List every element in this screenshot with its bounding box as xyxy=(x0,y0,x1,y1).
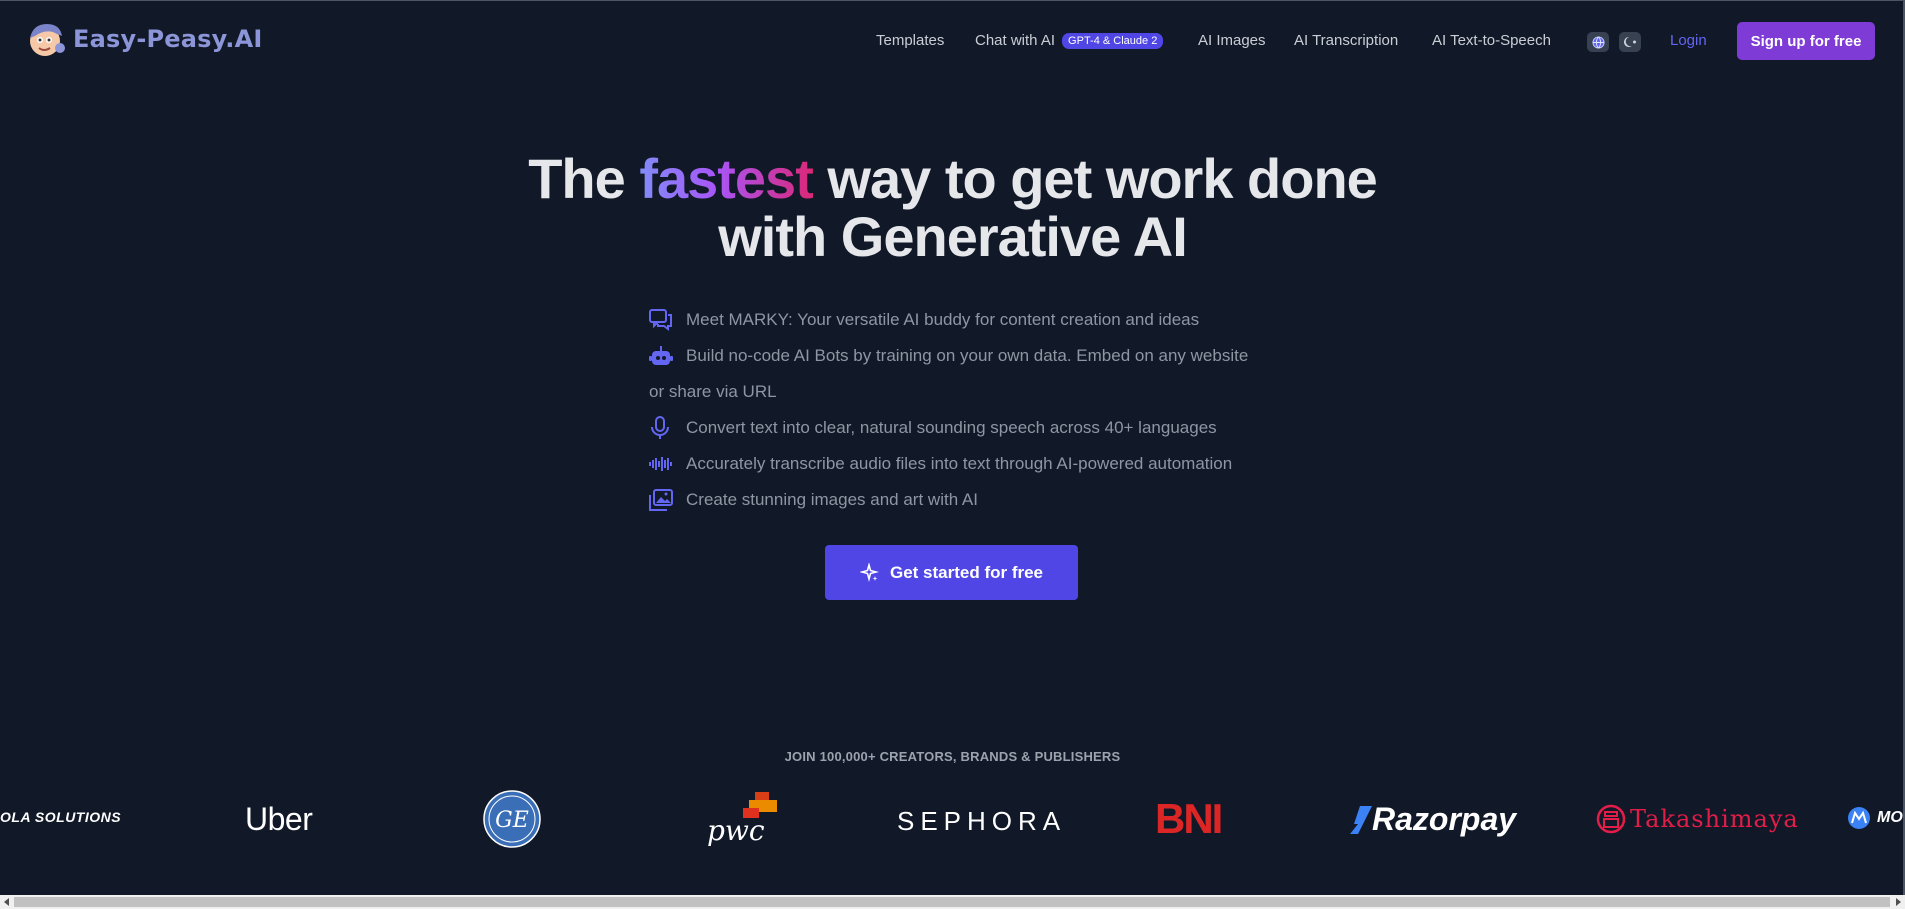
feature-item-bots: Build no-code AI Bots by training on you… xyxy=(649,338,1249,410)
sparkle-icon xyxy=(859,562,880,582)
razorpay-text: Razorpay xyxy=(1372,801,1517,837)
title-part-1: The xyxy=(528,147,626,210)
takashimaya-text: Takashimaya xyxy=(1630,805,1799,833)
language-button[interactable] xyxy=(1587,32,1609,52)
chat-bubbles-icon xyxy=(649,309,672,331)
nav-ai-transcription[interactable]: AI Transcription xyxy=(1294,32,1398,49)
feature-text: Convert text into clear, natural soundin… xyxy=(686,418,1217,437)
feature-item-marky: Meet MARKY: Your versatile AI buddy for … xyxy=(649,302,1249,338)
brands-heading: JOIN 100,000+ CREATORS, BRANDS & PUBLISH… xyxy=(784,749,1121,764)
ge-logo-icon: GE xyxy=(483,790,541,848)
robot-icon xyxy=(649,346,673,365)
get-started-button[interactable]: Get started for free xyxy=(825,545,1078,600)
scroll-right-arrow-icon[interactable] xyxy=(1896,898,1901,906)
feature-text: Create stunning images and art with AI xyxy=(686,490,978,509)
brand-logo-uber: Uber xyxy=(245,801,313,837)
globe-icon xyxy=(1591,35,1605,49)
feature-text: Build no-code AI Bots by training on you… xyxy=(649,346,1249,401)
signup-button[interactable]: Sign up for free xyxy=(1737,22,1875,60)
scroll-left-arrow-icon[interactable] xyxy=(4,898,9,906)
title-highlight: fastest xyxy=(639,147,814,210)
microphone-icon xyxy=(651,416,669,439)
nav-chat-label: Chat with AI xyxy=(975,32,1056,49)
ge-logo-text: GE xyxy=(495,808,529,833)
brand-logo-motorola: MO xyxy=(1847,806,1903,830)
scrollbar-thumb[interactable] xyxy=(14,897,1890,907)
chat-model-badge: GPT-4 & Claude 2 xyxy=(1062,33,1164,49)
takashimaya-mark-icon xyxy=(1596,804,1626,834)
feature-text: Meet MARKY: Your versatile AI buddy for … xyxy=(686,310,1200,329)
motorola-mark-icon xyxy=(1848,807,1870,829)
nav-ai-images[interactable]: AI Images xyxy=(1198,32,1266,49)
pwc-logo-icon: pwc xyxy=(707,792,777,847)
brand-logo-sephora: SEPHORA xyxy=(897,806,1067,836)
brand-logo-razorpay: Razorpay xyxy=(1350,801,1516,838)
feature-item-transcription: Accurately transcribe audio files into t… xyxy=(649,446,1249,482)
pwc-logo-text: pwc xyxy=(707,814,765,847)
feature-item-images: Create stunning images and art with AI xyxy=(649,482,1249,518)
nav-ai-text-to-speech[interactable]: AI Text-to-Speech xyxy=(1432,32,1551,49)
nav-templates[interactable]: Templates xyxy=(876,32,944,49)
feature-text: Accurately transcribe audio files into t… xyxy=(686,454,1233,473)
horizontal-scrollbar[interactable] xyxy=(0,895,1905,909)
images-icon xyxy=(649,489,673,511)
moon-sun-icon xyxy=(1624,37,1636,47)
title-line-2: with Generative AI xyxy=(718,205,1187,268)
waveform-icon xyxy=(649,457,672,471)
nav-chat-with-ai[interactable]: Chat with AI GPT-4 & Claude 2 xyxy=(975,32,1164,49)
brand-logo-takashimaya: Takashimaya xyxy=(1596,804,1799,834)
razorpay-mark-icon xyxy=(1350,805,1372,834)
brand-logo-pwc: pwc xyxy=(705,790,781,853)
brand-logo-bni: BNI xyxy=(1155,795,1223,842)
title-part-2: way to get work done xyxy=(827,147,1377,210)
hero-title: The fastest way to get work done with Ge… xyxy=(0,150,1905,266)
feature-list: Meet MARKY: Your versatile AI buddy for … xyxy=(649,302,1249,518)
brand-logo-ge: GE xyxy=(483,790,541,853)
login-link[interactable]: Login xyxy=(1670,32,1707,49)
feature-item-tts: Convert text into clear, natural soundin… xyxy=(649,410,1249,446)
window-top-border xyxy=(0,0,1905,1)
motorola-text: MO xyxy=(1877,809,1903,826)
brand-logo-motorola-solutions: OLA SOLUTIONS xyxy=(0,809,122,825)
theme-toggle-button[interactable] xyxy=(1619,32,1641,52)
cta-label: Get started for free xyxy=(889,562,1044,582)
